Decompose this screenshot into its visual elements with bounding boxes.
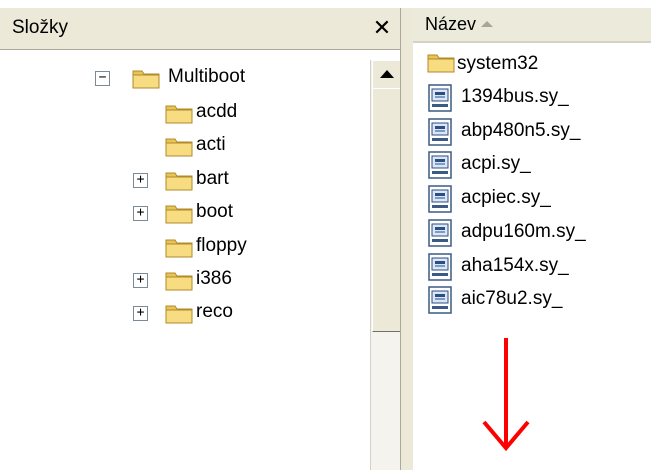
red-down-arrow: [482, 338, 530, 452]
system-file-icon: [427, 219, 453, 247]
tree-item-acti[interactable]: acti: [0, 131, 360, 161]
file-name: aic78u2.sy_: [461, 288, 563, 309]
tree-item-label: acti: [196, 134, 226, 155]
folder-icon: [165, 135, 193, 157]
folder-icon: [165, 302, 193, 324]
file-name: aha154x.sy_: [461, 255, 569, 276]
file-list-item[interactable]: aic78u2.sy_: [427, 285, 647, 315]
folder-tree: − Multiboot acdd acti + bart + boot floppy + i386 +…: [0, 50, 370, 470]
folders-pane-header: Složky ✕: [0, 8, 400, 50]
name-column-label: Název: [425, 14, 477, 34]
file-list-item[interactable]: acpi.sy_: [427, 150, 647, 180]
system-file-icon: [427, 185, 453, 213]
tree-item-label: reco: [196, 301, 233, 322]
tree-item-multiboot[interactable]: − Multiboot: [0, 63, 360, 93]
tree-item-label: boot: [196, 201, 233, 222]
scroll-up-icon[interactable]: [372, 60, 401, 89]
file-list-item[interactable]: adpu160m.sy_: [427, 218, 647, 248]
folder-icon: [165, 102, 193, 124]
file-name: abp480n5.sy_: [461, 120, 581, 141]
file-name: 1394bus.sy_: [461, 86, 569, 107]
scroll-thumb[interactable]: [372, 88, 401, 332]
tree-item-label: Multiboot: [168, 66, 246, 87]
cropped-caption: [0, 0, 651, 8]
expand-icon[interactable]: +: [133, 173, 148, 188]
tree-item-label: i386: [196, 268, 232, 289]
file-name: acpiec.sy_: [461, 187, 551, 208]
folder-icon: [427, 51, 455, 79]
file-name: adpu160m.sy_: [461, 221, 586, 242]
file-list-item[interactable]: abp480n5.sy_: [427, 117, 647, 147]
expand-icon[interactable]: +: [133, 206, 148, 221]
sort-ascending-icon: [481, 21, 493, 27]
tree-item-label: floppy: [196, 235, 247, 256]
close-folders-pane-button[interactable]: ✕: [367, 13, 397, 43]
folder-icon: [165, 236, 193, 258]
tree-item-boot[interactable]: + boot: [0, 198, 360, 228]
file-list-item[interactable]: 1394bus.sy_: [427, 83, 647, 113]
expand-icon[interactable]: +: [133, 306, 148, 321]
tree-item-label: bart: [196, 168, 229, 189]
tree-item-acdd[interactable]: acdd: [0, 98, 360, 128]
file-list-item[interactable]: acpiec.sy_: [427, 184, 647, 214]
collapse-icon[interactable]: −: [95, 71, 110, 86]
system-file-icon: [427, 151, 453, 179]
folders-pane-title: Složky: [12, 17, 68, 38]
tree-vertical-scrollbar[interactable]: [370, 60, 401, 470]
pane-splitter[interactable]: [400, 8, 414, 470]
close-icon[interactable]: ✕: [373, 15, 391, 40]
folder-icon: [165, 169, 193, 191]
expand-icon[interactable]: +: [133, 273, 148, 288]
tree-item-i386[interactable]: + i386: [0, 265, 360, 295]
file-name: system32: [457, 53, 539, 74]
tree-item-reco[interactable]: + reco: [0, 298, 360, 328]
system-file-icon: [427, 286, 453, 314]
tree-item-bart[interactable]: + bart: [0, 165, 360, 195]
file-list-item[interactable]: aha154x.sy_: [427, 252, 647, 282]
folder-icon: [165, 269, 193, 291]
name-column-header[interactable]: Název: [413, 8, 651, 43]
folder-icon: [132, 67, 160, 89]
folder-icon: [165, 202, 193, 224]
system-file-icon: [427, 253, 453, 281]
folder-list-item[interactable]: system32: [427, 50, 647, 80]
system-file-icon: [427, 84, 453, 112]
tree-item-label: acdd: [196, 101, 238, 122]
tree-item-floppy[interactable]: floppy: [0, 232, 360, 262]
system-file-icon: [427, 118, 453, 146]
file-name: acpi.sy_: [461, 153, 531, 174]
